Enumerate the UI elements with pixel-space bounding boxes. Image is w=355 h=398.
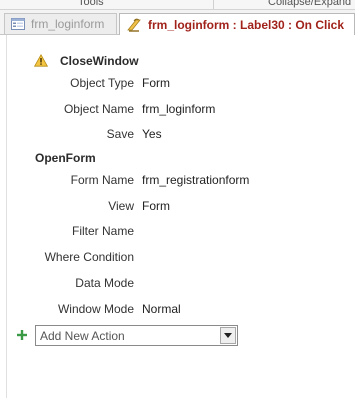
add-new-action-combobox[interactable]: Add New Action: [35, 325, 238, 346]
argument-label: Object Name: [63, 102, 134, 116]
argument-label: Window Mode: [57, 302, 134, 316]
macro-icon: [126, 17, 142, 33]
tab-label: frm_loginform: [31, 17, 105, 31]
tab-label: frm_loginform : Label30 : On Click: [148, 17, 345, 32]
argument-row: Where Condition: [0, 250, 355, 266]
argument-value[interactable]: Form: [142, 76, 170, 90]
argument-value[interactable]: frm_loginform: [142, 102, 215, 116]
argument-value[interactable]: Yes: [142, 127, 162, 141]
ribbon-separator: [213, 0, 214, 9]
argument-row: Save Yes: [0, 127, 355, 143]
argument-value[interactable]: Form: [142, 199, 170, 213]
argument-row: Data Mode: [0, 276, 355, 292]
argument-row: View Form: [0, 199, 355, 215]
warning-icon: [33, 53, 49, 70]
tab-frm-loginform[interactable]: frm_loginform: [4, 13, 117, 34]
argument-row: Object Type Form: [0, 76, 355, 92]
add-new-action-value: Add New Action: [40, 328, 125, 343]
argument-value[interactable]: Normal: [142, 302, 181, 316]
argument-value[interactable]: frm_registrationform: [142, 173, 249, 187]
dropdown-button[interactable]: [220, 327, 236, 344]
argument-row: Object Name frm_loginform: [0, 102, 355, 118]
argument-label: Data Mode: [75, 276, 134, 290]
argument-label: Object Type: [70, 76, 134, 90]
plus-icon: [17, 328, 27, 342]
argument-row: Window Mode Normal: [0, 302, 355, 318]
argument-label: Save: [106, 127, 134, 141]
form-icon: [11, 18, 25, 30]
argument-row: Filter Name: [0, 224, 355, 240]
document-tab-bar: frm_loginform frm_loginform : Label30 : …: [0, 10, 355, 35]
tab-macro-label30-onclick[interactable]: frm_loginform : Label30 : On Click: [119, 13, 355, 35]
macro-action-openform[interactable]: OpenForm: [35, 151, 96, 165]
argument-row: Form Name frm_registrationform: [0, 173, 355, 189]
ribbon-strip: Tools Collapse/Expand: [0, 0, 355, 10]
argument-label: Form Name: [70, 173, 134, 187]
dropdown-arrow-icon: [224, 333, 232, 338]
argument-label: Where Condition: [44, 250, 134, 264]
ribbon-group-collapse-expand: Collapse/Expand: [268, 0, 352, 8]
ribbon-group-tools: Tools: [78, 0, 104, 8]
argument-label: View: [108, 199, 134, 213]
macro-action-closewindow[interactable]: CloseWindow: [60, 54, 139, 68]
argument-label: Filter Name: [71, 224, 134, 238]
